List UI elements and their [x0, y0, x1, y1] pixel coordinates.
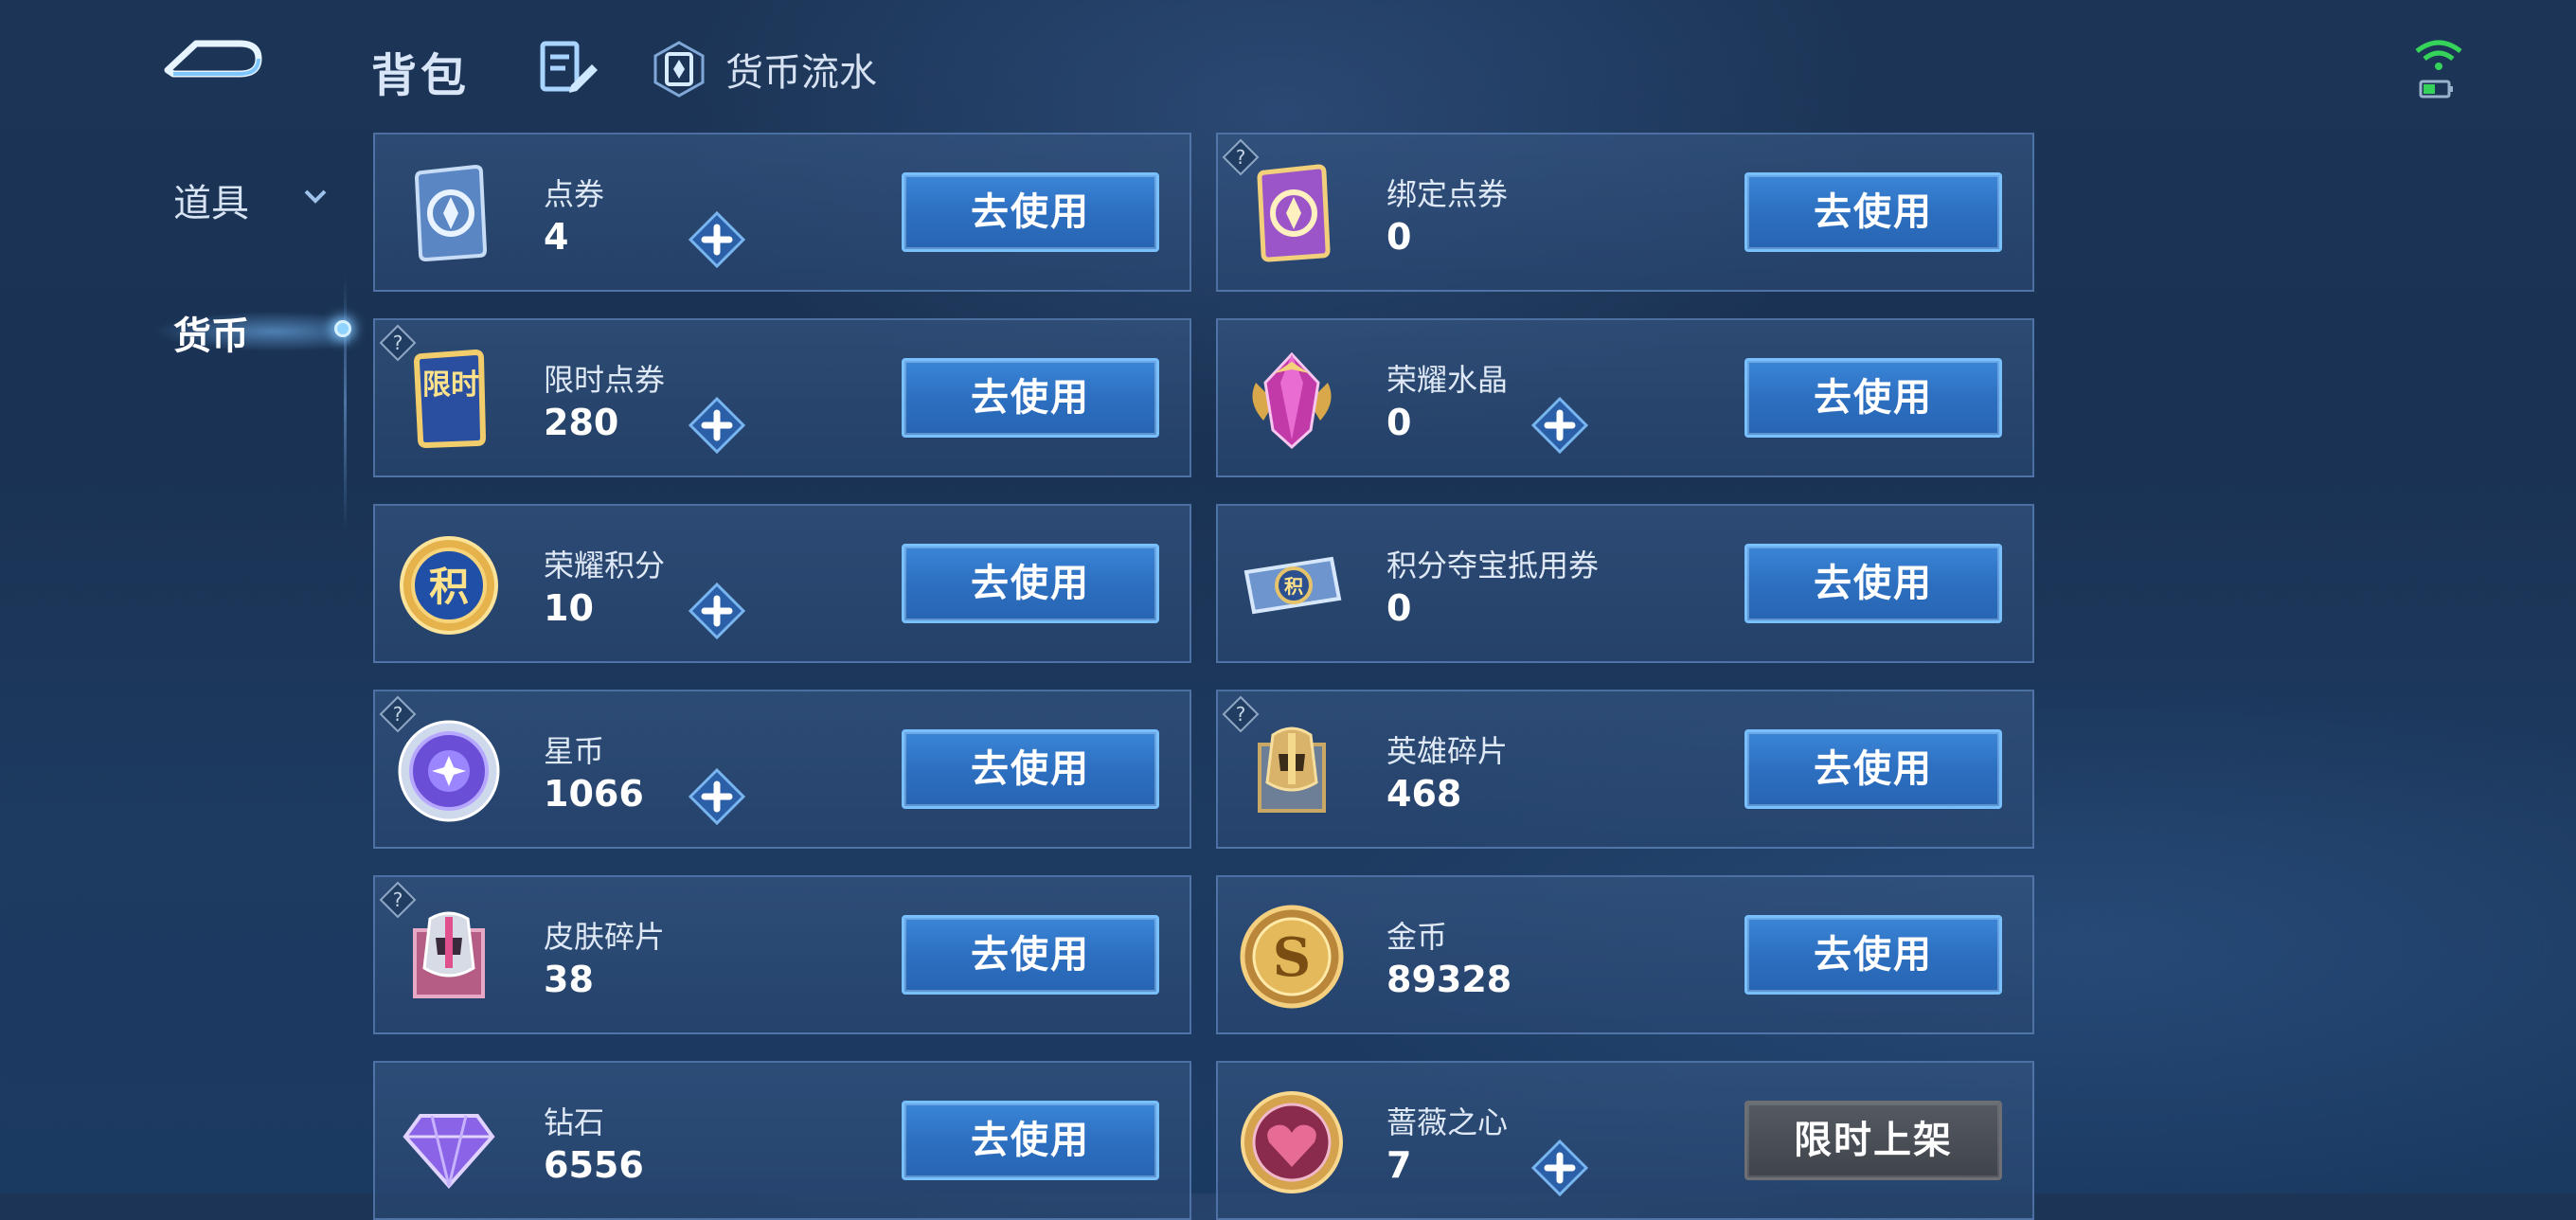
currency-card-honor-crystal: 荣耀水晶 0 去使用	[1216, 318, 2034, 477]
sidebar-item-label: 货币	[173, 314, 249, 358]
limited-listing-button[interactable]: 限时上架	[1744, 1101, 2002, 1180]
currency-value: 280	[544, 402, 619, 443]
use-button[interactable]: 去使用	[1744, 172, 2002, 252]
currency-flow-button[interactable]: 货币流水	[653, 36, 877, 102]
use-button[interactable]: 去使用	[902, 172, 1159, 252]
back-button[interactable]	[156, 28, 270, 95]
use-button[interactable]: 去使用	[902, 915, 1159, 995]
points-voucher-icon: 积	[1243, 556, 1342, 615]
currency-name: 金币	[1386, 919, 1448, 955]
rose-heart-icon	[1241, 1091, 1343, 1193]
currency-name: 点券	[544, 176, 605, 212]
use-button[interactable]: 去使用	[1744, 915, 2002, 995]
svg-text:积: 积	[429, 564, 469, 610]
currency-value: 0	[1386, 216, 1412, 258]
currency-flow-icon	[653, 41, 705, 98]
honor-points-icon: 积	[400, 536, 498, 635]
gold-coin-icon: S	[1240, 905, 1344, 1009]
currency-card-honor-points: 积 荣耀积分 10 去使用	[373, 504, 1191, 663]
chevron-down-icon	[304, 189, 327, 204]
currency-value: 89328	[1386, 959, 1512, 1000]
use-button[interactable]: 去使用	[902, 544, 1159, 623]
plus-icon[interactable]	[688, 396, 746, 455]
currency-value: 4	[544, 216, 569, 258]
bound-coupon-icon	[1257, 164, 1331, 262]
currency-card-star-coin: ? 星币 1066 去使用	[373, 690, 1191, 849]
back-arrow-icon	[164, 40, 262, 78]
battery-icon	[2419, 80, 2453, 99]
use-button[interactable]: 去使用	[902, 358, 1159, 438]
currency-card-coupon: 点券 4 去使用	[373, 133, 1191, 292]
coupon-icon	[414, 164, 488, 262]
page-title: 背包	[371, 49, 471, 102]
svg-text:积: 积	[1284, 575, 1303, 598]
top-bar: 背包 货币流水	[0, 0, 2576, 133]
currency-card-limited-coupon: ? 限时 限时点券 280 去使用	[373, 318, 1191, 477]
use-button[interactable]: 去使用	[902, 1101, 1159, 1180]
svg-text:限时: 限时	[422, 368, 479, 402]
plus-icon[interactable]	[688, 767, 746, 826]
currency-flow-label: 货币流水	[725, 51, 877, 95]
currency-name: 限时点券	[544, 362, 666, 398]
use-button[interactable]: 去使用	[1744, 544, 2002, 623]
use-button[interactable]: 去使用	[1744, 729, 2002, 809]
use-button[interactable]: 去使用	[1744, 358, 2002, 438]
currency-name: 积分夺宝抵用券	[1386, 547, 1600, 583]
status-indicator	[2406, 38, 2472, 104]
currency-card-gold: S 金币 89328 去使用	[1216, 875, 2034, 1034]
currency-value: 7	[1386, 1144, 1412, 1186]
limited-coupon-icon: 限时	[413, 349, 487, 449]
star-coin-icon	[398, 720, 500, 822]
currency-value: 10	[544, 587, 594, 629]
svg-text:S: S	[1273, 926, 1311, 989]
currency-name: 荣耀水晶	[1386, 362, 1509, 398]
currency-card-points-voucher: 积 积分夺宝抵用券 0 去使用	[1216, 504, 2034, 663]
plus-icon[interactable]	[688, 582, 746, 640]
skin-fragment-icon	[413, 911, 485, 998]
currency-card-bound-coupon: ? 绑定点券 0 去使用	[1216, 133, 2034, 292]
plus-icon[interactable]	[1530, 1139, 1589, 1197]
currency-value: 0	[1386, 402, 1412, 443]
plus-icon[interactable]	[688, 210, 746, 269]
use-button[interactable]: 去使用	[902, 729, 1159, 809]
plus-icon[interactable]	[1530, 396, 1589, 455]
currency-name: 钻石	[544, 1104, 605, 1140]
currency-card-hero-fragment: ? 英雄碎片 468 去使用	[1216, 690, 2034, 849]
currency-name: 皮肤碎片	[544, 919, 666, 955]
sidebar-item-tools[interactable]: 道具	[173, 172, 327, 227]
currency-name: 星币	[544, 733, 605, 769]
edit-icon	[540, 41, 598, 93]
currency-card-diamond: 钻石 6556 去使用	[373, 1061, 1191, 1220]
currency-value: 1066	[544, 773, 644, 815]
currency-value: 6556	[544, 1144, 644, 1186]
currency-name: 蔷薇之心	[1386, 1104, 1509, 1140]
edit-button[interactable]	[535, 36, 601, 102]
currency-value: 38	[544, 959, 594, 1000]
diamond-icon	[402, 1114, 495, 1190]
currency-name: 荣耀积分	[544, 547, 666, 583]
currency-name: 英雄碎片	[1386, 733, 1509, 769]
currency-value: 468	[1386, 773, 1462, 815]
currency-card-rose-heart: 蔷薇之心 7 限时上架	[1216, 1061, 2034, 1220]
currency-card-skin-fragment: ? 皮肤碎片 38 去使用	[373, 875, 1191, 1034]
sidebar: 道具 货币	[0, 133, 351, 1193]
sidebar-item-label: 道具	[173, 182, 249, 225]
sidebar-item-currency[interactable]: 货币	[57, 284, 360, 379]
honor-crystal-icon	[1252, 351, 1332, 450]
currency-value: 0	[1386, 587, 1412, 629]
active-indicator	[334, 320, 351, 337]
hero-fragment-icon	[1258, 727, 1326, 813]
currency-name: 绑定点券	[1386, 176, 1509, 212]
